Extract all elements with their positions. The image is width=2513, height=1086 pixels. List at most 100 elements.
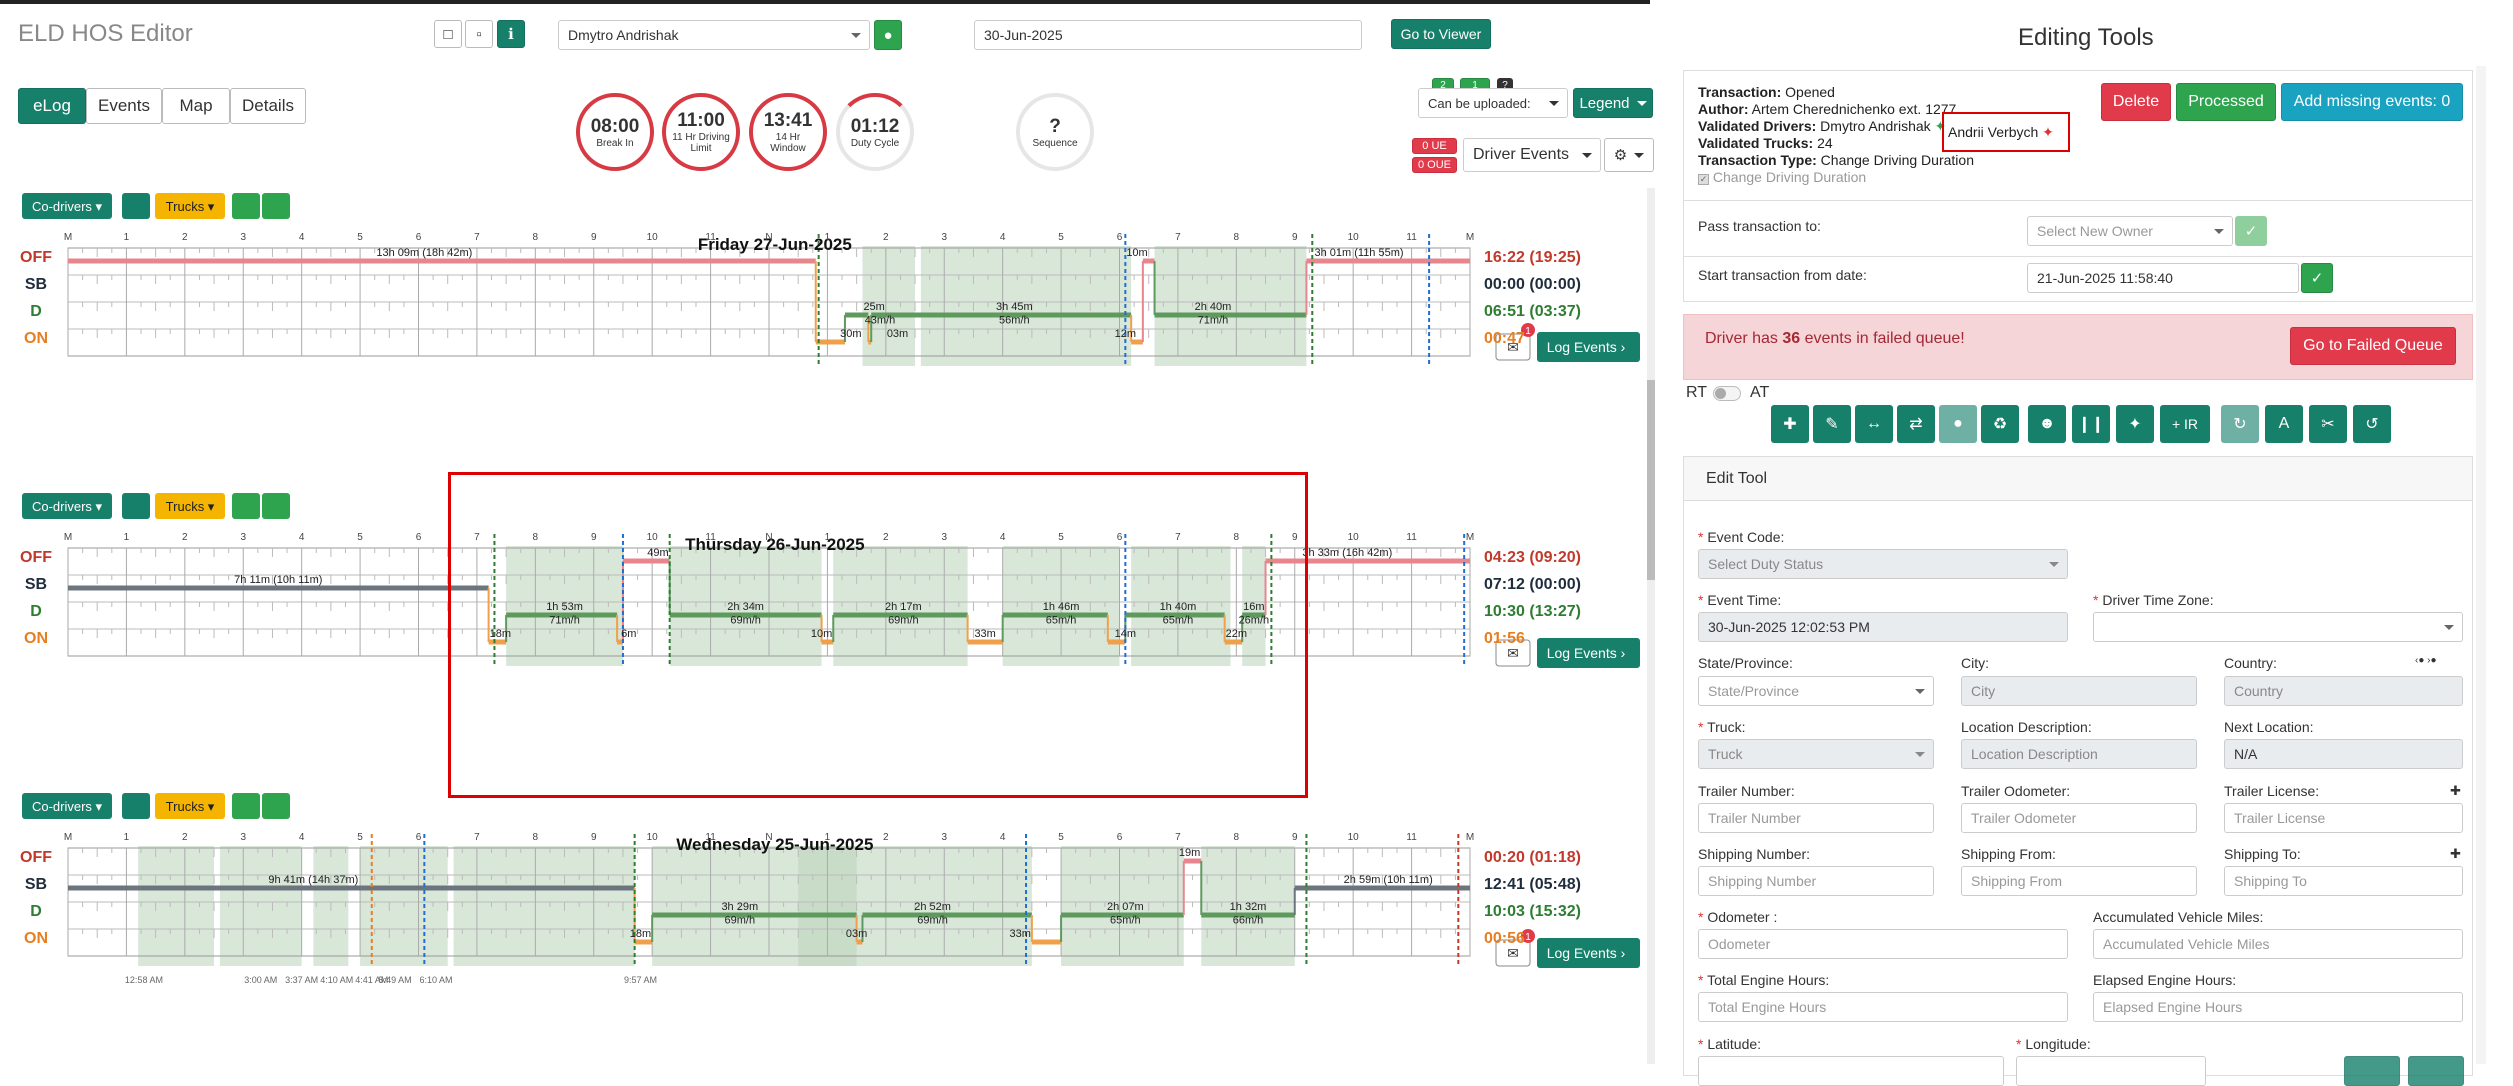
add-shipping-icon[interactable]: ✚	[2450, 846, 2461, 862]
country-input[interactable]: Country	[2224, 676, 2463, 706]
rt-at-toggle[interactable]	[1713, 386, 1741, 401]
axis-hour-label: 10	[1348, 832, 1360, 843]
scissors-icon[interactable]: ✂	[2309, 405, 2347, 443]
delete-button[interactable]: Delete	[2101, 83, 2171, 121]
user-icon[interactable]: ●	[1939, 405, 1977, 443]
trucks-label: Trucks ▾	[166, 199, 215, 214]
add-ir-button[interactable]: + IR	[2160, 405, 2210, 443]
state-select[interactable]: State/Province	[1698, 676, 1934, 706]
acc-miles-label: Accumulated Vehicle Miles:	[2093, 909, 2264, 925]
go-to-viewer-button[interactable]: Go to Viewer	[1391, 19, 1491, 49]
add-missing-events-button[interactable]: Add missing events: 0	[2281, 83, 2463, 121]
rt-label: RT	[1686, 384, 1708, 401]
expand-horizontal-icon[interactable]: ↔	[1855, 405, 1893, 443]
codrivers-label: Co-drivers ▾	[32, 199, 103, 214]
add-trailer-icon[interactable]: ✚	[2450, 783, 2461, 799]
axis-hour-label: 11	[1406, 232, 1417, 243]
select-owner[interactable]: Select New Owner	[2027, 216, 2233, 246]
start-date-confirm-button[interactable]: ✓	[2301, 263, 2333, 293]
trash-icon[interactable]: ♻	[1981, 405, 2019, 443]
axis-hour-label: 11	[705, 232, 716, 243]
edit-tool-header	[1684, 457, 2472, 501]
row-label-on: ON	[24, 330, 48, 347]
edit-icon[interactable]: ✎	[1813, 405, 1851, 443]
truck-label: * Truck:	[1698, 719, 1746, 735]
driver-select[interactable]: Dmytro Andrishak	[558, 20, 870, 50]
map-pick-button[interactable]	[2344, 1056, 2400, 1086]
text-height-icon[interactable]: A	[2265, 405, 2303, 443]
axis-hour-label: 8	[533, 232, 539, 243]
map-clear-button[interactable]	[2408, 1056, 2464, 1086]
legend-button[interactable]: Legend	[1573, 88, 1653, 118]
checkbox[interactable]: ✓	[1698, 174, 1709, 185]
driver-profile-button[interactable]: ●	[874, 20, 902, 50]
go-to-failed-queue-button[interactable]: Go to Failed Queue	[2290, 327, 2456, 365]
odometer-input[interactable]: Odometer	[1698, 929, 2068, 959]
history-icon[interactable]: ↺	[2353, 405, 2391, 443]
event-code-select[interactable]: Select Duty Status	[1698, 549, 2068, 579]
trailer-odometer-label: Trailer Odometer:	[1961, 783, 2071, 799]
shipping-from-input[interactable]: Shipping From	[1961, 866, 2197, 896]
segment-label: 1h 32m	[1230, 901, 1267, 913]
engine-hours-input[interactable]: Total Engine Hours	[1698, 992, 2068, 1022]
axis-hour-label: M	[64, 532, 72, 543]
tab-events[interactable]: Events	[86, 88, 162, 124]
segment-label: 30m	[840, 328, 861, 340]
longitude-label: * Longitude:	[2016, 1036, 2091, 1052]
refresh-icon[interactable]: ↻	[2221, 405, 2259, 443]
upload-select[interactable]: Can be uploaded:	[1418, 88, 1568, 118]
axis-hour-label: 7	[474, 832, 480, 843]
scrollbar-thumb[interactable]	[1647, 380, 1655, 580]
swap-icon[interactable]: ⇄	[1897, 405, 1935, 443]
users-icon[interactable]: ☻	[2028, 405, 2066, 443]
location-arrows-icon[interactable]: ‹● ›●	[2415, 655, 2437, 666]
tab-map[interactable]: Map	[162, 88, 230, 124]
shipping-number-input[interactable]: Shipping Number	[1698, 866, 1934, 896]
row-total-d: 10:30 (13:27)	[1484, 603, 1581, 620]
right-scrollbar[interactable]	[2476, 66, 2486, 1064]
note-button[interactable]: ▫	[465, 20, 493, 48]
settings-dropdown[interactable]: ⚙	[1604, 138, 1654, 172]
axis-hour-label: 6	[416, 832, 422, 843]
truck-select[interactable]: Truck	[1698, 739, 1934, 769]
acc-miles-input[interactable]: Accumulated Vehicle Miles	[2093, 929, 2463, 959]
start-date-input[interactable]: 21-Jun-2025 11:58:40	[2027, 263, 2299, 293]
trailer-number-input[interactable]: Trailer Number	[1698, 803, 1934, 833]
chevron-down-icon	[1915, 751, 1925, 757]
event-time-label: * Event Time:	[1698, 592, 1782, 608]
date-input[interactable]: 30-Jun-2025	[974, 20, 1362, 50]
driver-events-select[interactable]: Driver Events	[1463, 138, 1601, 172]
tab-elog[interactable]: eLog	[18, 88, 86, 124]
info-button[interactable]: ℹ	[497, 20, 525, 48]
segment-label: 71m/h	[1198, 315, 1229, 327]
locdesc-input[interactable]: Location Description	[1961, 739, 2197, 769]
row-total-off: 04:23 (09:20)	[1484, 549, 1581, 566]
tz-select[interactable]	[2093, 612, 2463, 642]
row-label-sb: SB	[25, 576, 47, 593]
city-input[interactable]: City	[1961, 676, 2197, 706]
add-event-icon[interactable]: ✚	[1771, 405, 1809, 443]
trailer-odometer-input[interactable]: Trailer Odometer	[1961, 803, 2197, 833]
axis-hour-label: 1	[825, 232, 831, 243]
latitude-input[interactable]	[1698, 1056, 2004, 1086]
nextloc-input[interactable]: N/A	[2224, 739, 2463, 769]
tab-details[interactable]: Details	[230, 88, 306, 124]
magic-icon[interactable]: ✦	[2116, 405, 2154, 443]
segment-label: 18m	[630, 928, 651, 940]
processed-button[interactable]: Processed	[2176, 83, 2276, 121]
driver-highlight: Andrii Verbych ✦	[1942, 112, 2070, 152]
event-time-label: 12:58 AM	[125, 975, 163, 985]
columns-icon[interactable]: ❙❙	[2072, 405, 2110, 443]
gauge-break: 08:00 Break In	[576, 93, 654, 171]
event-time-input[interactable]: 30-Jun-2025 12:02:53 PM	[1698, 612, 2068, 642]
segment-label: 2h 40m	[1195, 301, 1232, 313]
nextloc-label: Next Location:	[2224, 719, 2314, 735]
elapsed-hours-input[interactable]: Elapsed Engine Hours	[2093, 992, 2463, 1022]
shipping-to-input[interactable]: Shipping To	[2224, 866, 2463, 896]
pass-confirm-button[interactable]: ✓	[2235, 216, 2267, 246]
longitude-input[interactable]	[2016, 1056, 2206, 1086]
scrollbar-track[interactable]	[1647, 188, 1655, 1064]
trailer-license-input[interactable]: Trailer License	[2224, 803, 2463, 833]
document-button[interactable]: □	[434, 20, 462, 48]
ue-badge: 0 UE	[1412, 138, 1457, 154]
